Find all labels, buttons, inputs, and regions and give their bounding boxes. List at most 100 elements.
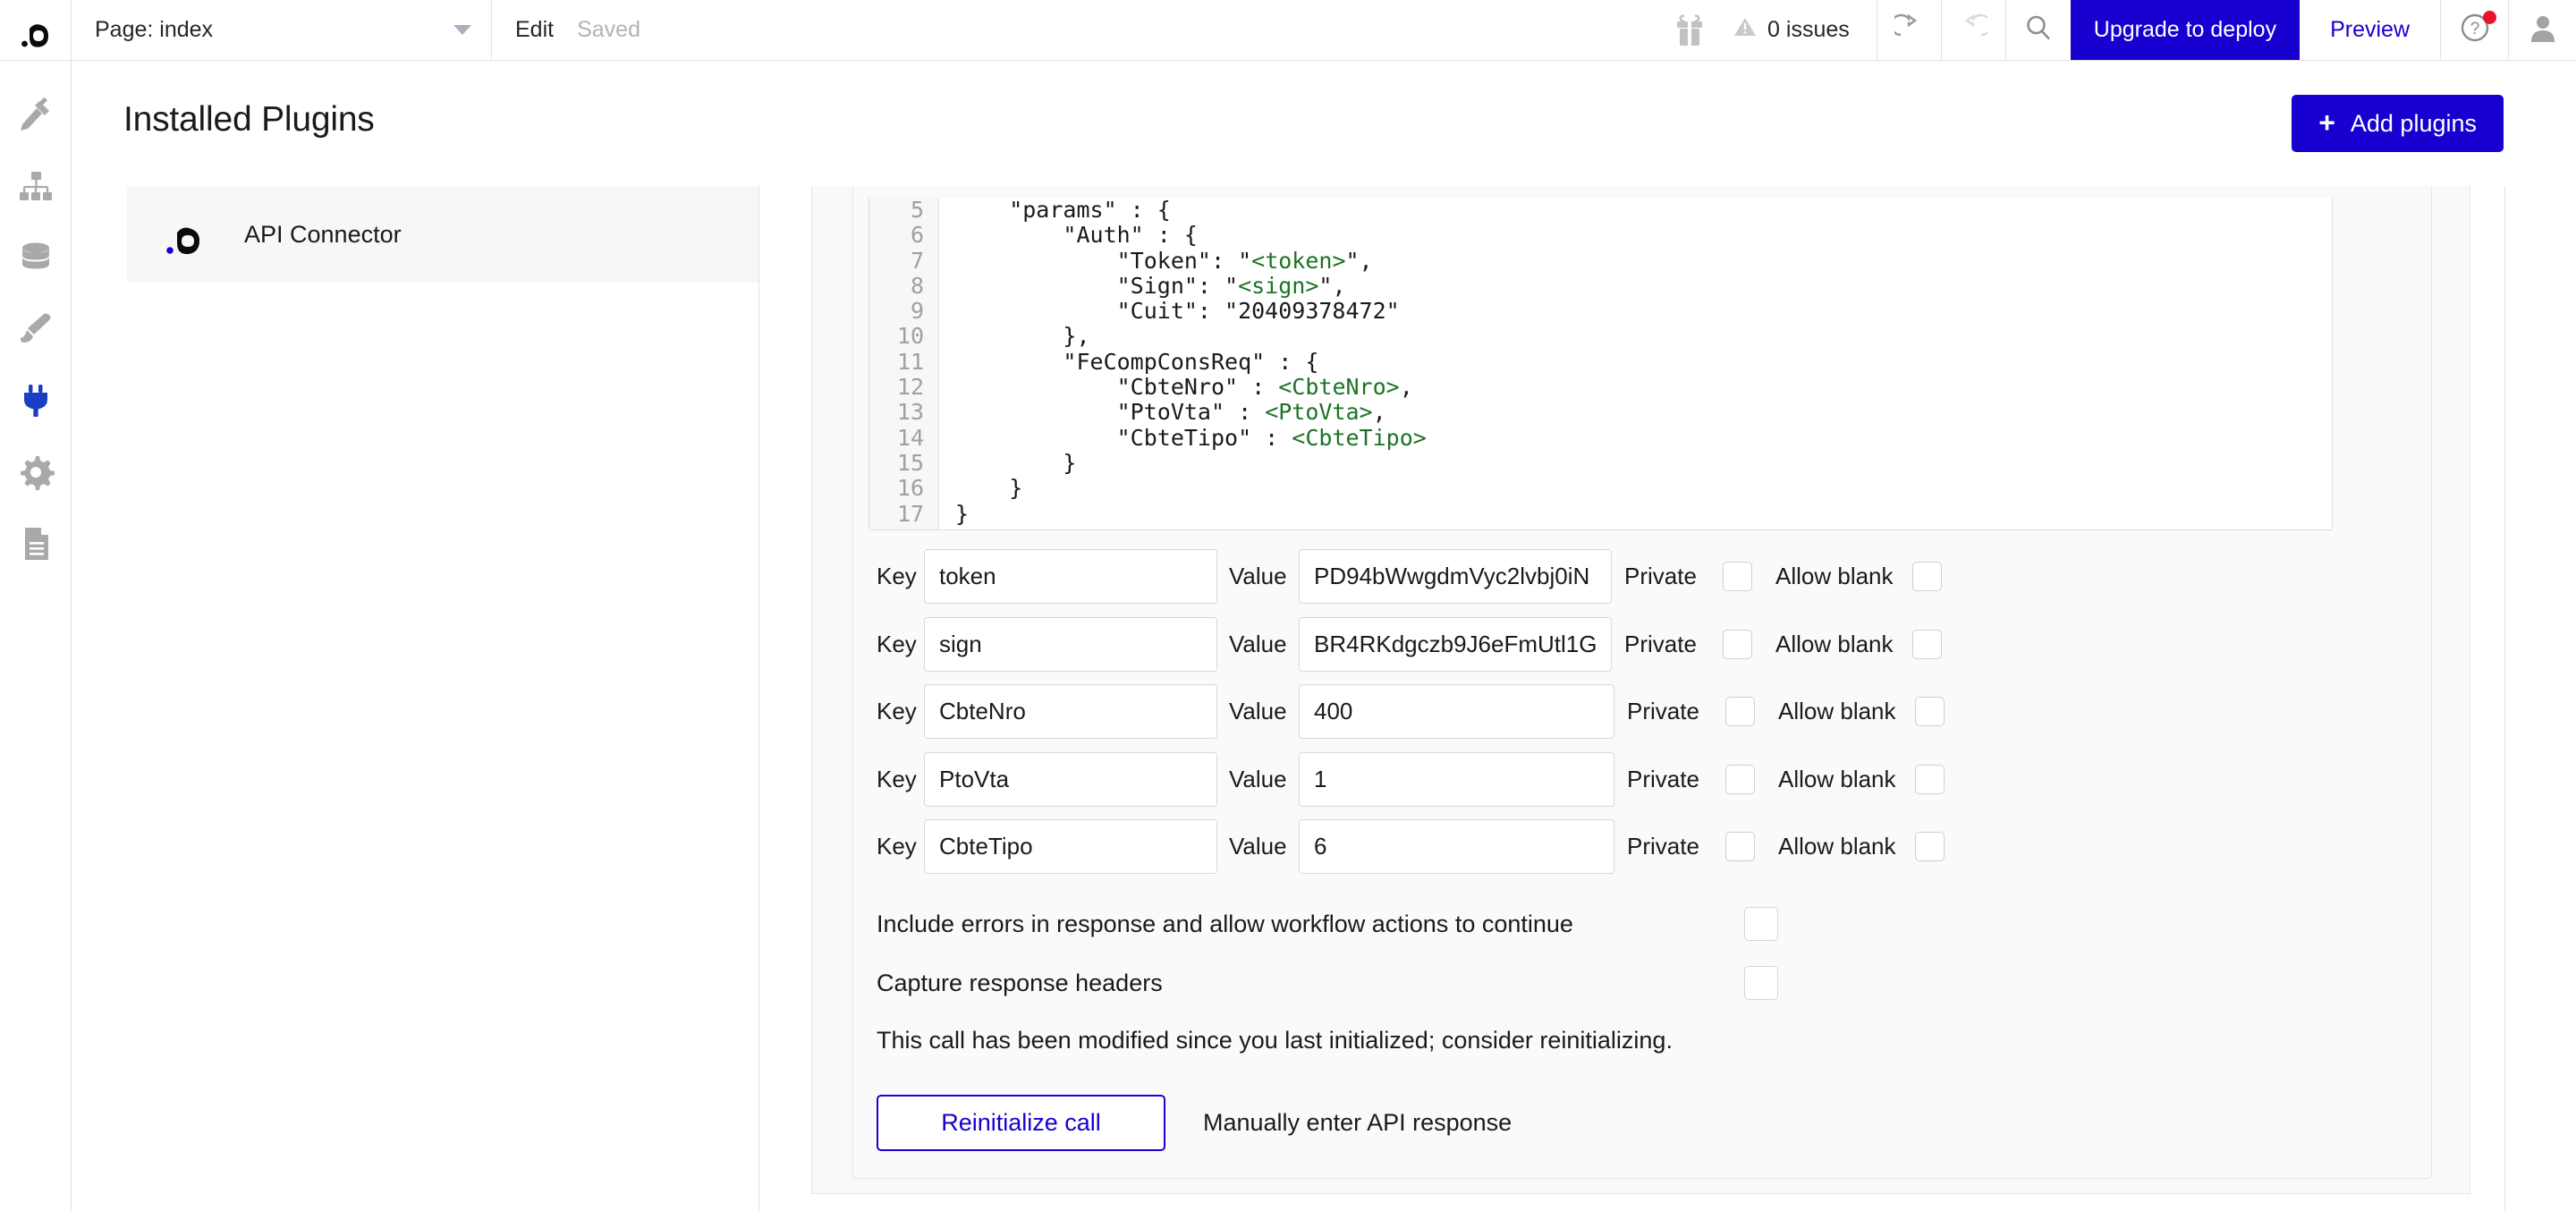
parameter-row: Key Value Private Allow blank: [877, 543, 2308, 611]
allow-blank-checkbox[interactable]: [1915, 697, 1945, 727]
edit-mode-tab[interactable]: Edit: [492, 0, 577, 60]
undo-icon: [1890, 13, 1923, 47]
code-text-token: }: [955, 475, 1023, 502]
private-label: Private: [1624, 563, 1697, 590]
option-label: Include errors in response and allow wor…: [877, 910, 1573, 937]
page-title: Installed Plugins: [123, 100, 375, 139]
parameter-key-input[interactable]: [924, 549, 1217, 605]
right-rail: [2504, 186, 2576, 1211]
user-avatar-icon: [2528, 13, 2558, 47]
plus-icon: +: [2318, 106, 2335, 139]
call-options-list: Include errors in response and allow wor…: [877, 894, 2308, 1012]
parameter-key-input[interactable]: [924, 751, 1217, 807]
private-checkbox[interactable]: [1725, 832, 1755, 862]
pencil-ruler-icon: [17, 96, 55, 138]
left-navigation: [0, 61, 72, 1211]
sidebar-item-settings[interactable]: [0, 438, 72, 510]
add-plugins-button[interactable]: + Add plugins: [2292, 95, 2504, 152]
help-notification-dot: [2483, 11, 2496, 24]
editor-line-number-gutter: 5 6 7 8 9 10 11 12 13 14 15 16 17: [869, 198, 939, 529]
private-checkbox[interactable]: [1723, 629, 1752, 659]
code-text-token: "Sign": ": [955, 272, 1239, 299]
code-text-token: "Token": ": [955, 247, 1252, 274]
undo-button[interactable]: [1877, 0, 1942, 60]
add-plugins-label: Add plugins: [2350, 109, 2477, 137]
modified-notice: This call has been modified since you la…: [877, 1027, 1673, 1054]
parameter-value-input[interactable]: [1299, 819, 1614, 875]
editor-code-line: "CbteTipo" : <CbteTipo>: [955, 424, 2332, 451]
parameter-key-input[interactable]: [924, 616, 1217, 672]
issues-indicator[interactable]: 0 issues: [1730, 0, 1877, 60]
editor-code-area[interactable]: "params" : { "Auth" : { "Token": "<token…: [939, 198, 2332, 529]
sidebar-item-plugins[interactable]: [0, 367, 72, 438]
parameter-value-input[interactable]: [1299, 549, 1612, 605]
editor-line-number: 12: [896, 374, 924, 401]
editor-line-number: 9: [910, 298, 924, 325]
value-label: Value: [1229, 630, 1287, 657]
code-text-token: }: [955, 449, 1077, 476]
allow-blank-label: Allow blank: [1778, 765, 1896, 792]
allow-blank-checkbox[interactable]: [1915, 832, 1945, 862]
call-footer-actions: Reinitialize call Manually enter API res…: [877, 1095, 1512, 1151]
sidebar-item-logs[interactable]: [0, 510, 72, 581]
code-text-token: "params" : {: [955, 198, 1171, 223]
editor-line-number: 6: [910, 222, 924, 249]
parameter-row: Key Value Private Allow blank: [877, 678, 2308, 746]
code-text-token: ,: [1372, 399, 1386, 426]
code-text-token: }: [955, 500, 970, 527]
help-button[interactable]: ?: [2440, 0, 2508, 60]
option-row: Include errors in response and allow wor…: [877, 894, 2308, 953]
private-label: Private: [1627, 765, 1699, 792]
gear-icon: [17, 453, 55, 495]
private-label: Private: [1627, 833, 1699, 860]
code-text-token: "CbteTipo" :: [955, 424, 1292, 451]
sidebar-item-design[interactable]: [0, 80, 72, 152]
json-body-editor[interactable]: 5 6 7 8 9 10 11 12 13 14 15 16 17 "params" : { "Auth…: [869, 198, 2333, 530]
list-item-api-connector[interactable]: API Connector: [127, 186, 759, 283]
manual-api-response-link[interactable]: Manually enter API response: [1203, 1109, 1512, 1137]
installed-plugins-list: API Connector: [127, 186, 759, 283]
editor-code-line: "Auth" : {: [955, 223, 2332, 248]
search-button[interactable]: [2006, 0, 2071, 60]
page-selector[interactable]: Page: index: [72, 0, 492, 60]
parameter-row: Key Value Private Allow blank: [877, 813, 2308, 881]
user-avatar-button[interactable]: [2508, 0, 2576, 60]
sidebar-item-styles[interactable]: [0, 295, 72, 367]
preview-button[interactable]: Preview: [2300, 0, 2440, 60]
parameter-key-input[interactable]: [924, 819, 1217, 875]
option-checkbox[interactable]: [1744, 966, 1778, 1000]
editor-code-line: "PtoVta" : <PtoVta>,: [955, 400, 2332, 425]
private-checkbox[interactable]: [1723, 562, 1752, 592]
bubble-logo-icon: [165, 213, 203, 256]
private-checkbox[interactable]: [1725, 764, 1755, 794]
reinitialize-call-button[interactable]: Reinitialize call: [877, 1095, 1165, 1151]
parameter-value-input[interactable]: [1299, 684, 1614, 740]
editor-code-line: }: [955, 449, 2332, 476]
paintbrush-icon: [17, 310, 55, 352]
editor-line-number: 15: [896, 449, 924, 476]
page-header: Installed Plugins + Add plugins: [72, 61, 2576, 179]
allow-blank-checkbox[interactable]: [1912, 629, 1942, 659]
editor-code-line: "Sign": "<sign>",: [955, 272, 2332, 299]
bubble-logo-icon: [21, 13, 51, 48]
document-lines-icon: [17, 525, 55, 567]
private-checkbox[interactable]: [1725, 697, 1755, 727]
parameter-value-input[interactable]: [1299, 616, 1612, 672]
parameter-key-input[interactable]: [924, 684, 1217, 740]
key-label: Key: [877, 833, 917, 860]
redo-button[interactable]: [1942, 0, 2006, 60]
allow-blank-checkbox[interactable]: [1915, 764, 1945, 794]
sidebar-item-data[interactable]: [0, 224, 72, 295]
bubble-home-logo[interactable]: [0, 0, 72, 60]
gift-icon[interactable]: [1649, 0, 1730, 60]
upgrade-to-deploy-button[interactable]: Upgrade to deploy: [2070, 0, 2301, 60]
code-variable-token: <CbteTipo>: [1292, 424, 1427, 451]
allow-blank-checkbox[interactable]: [1912, 562, 1942, 592]
edit-mode-label: Edit: [515, 17, 555, 42]
option-checkbox[interactable]: [1744, 907, 1778, 941]
sidebar-item-workflow[interactable]: [0, 152, 72, 224]
code-text-token: "FeCompConsReq" : {: [955, 348, 1319, 375]
parameter-value-input[interactable]: [1299, 751, 1614, 807]
editor-line-number: 10: [896, 323, 924, 350]
